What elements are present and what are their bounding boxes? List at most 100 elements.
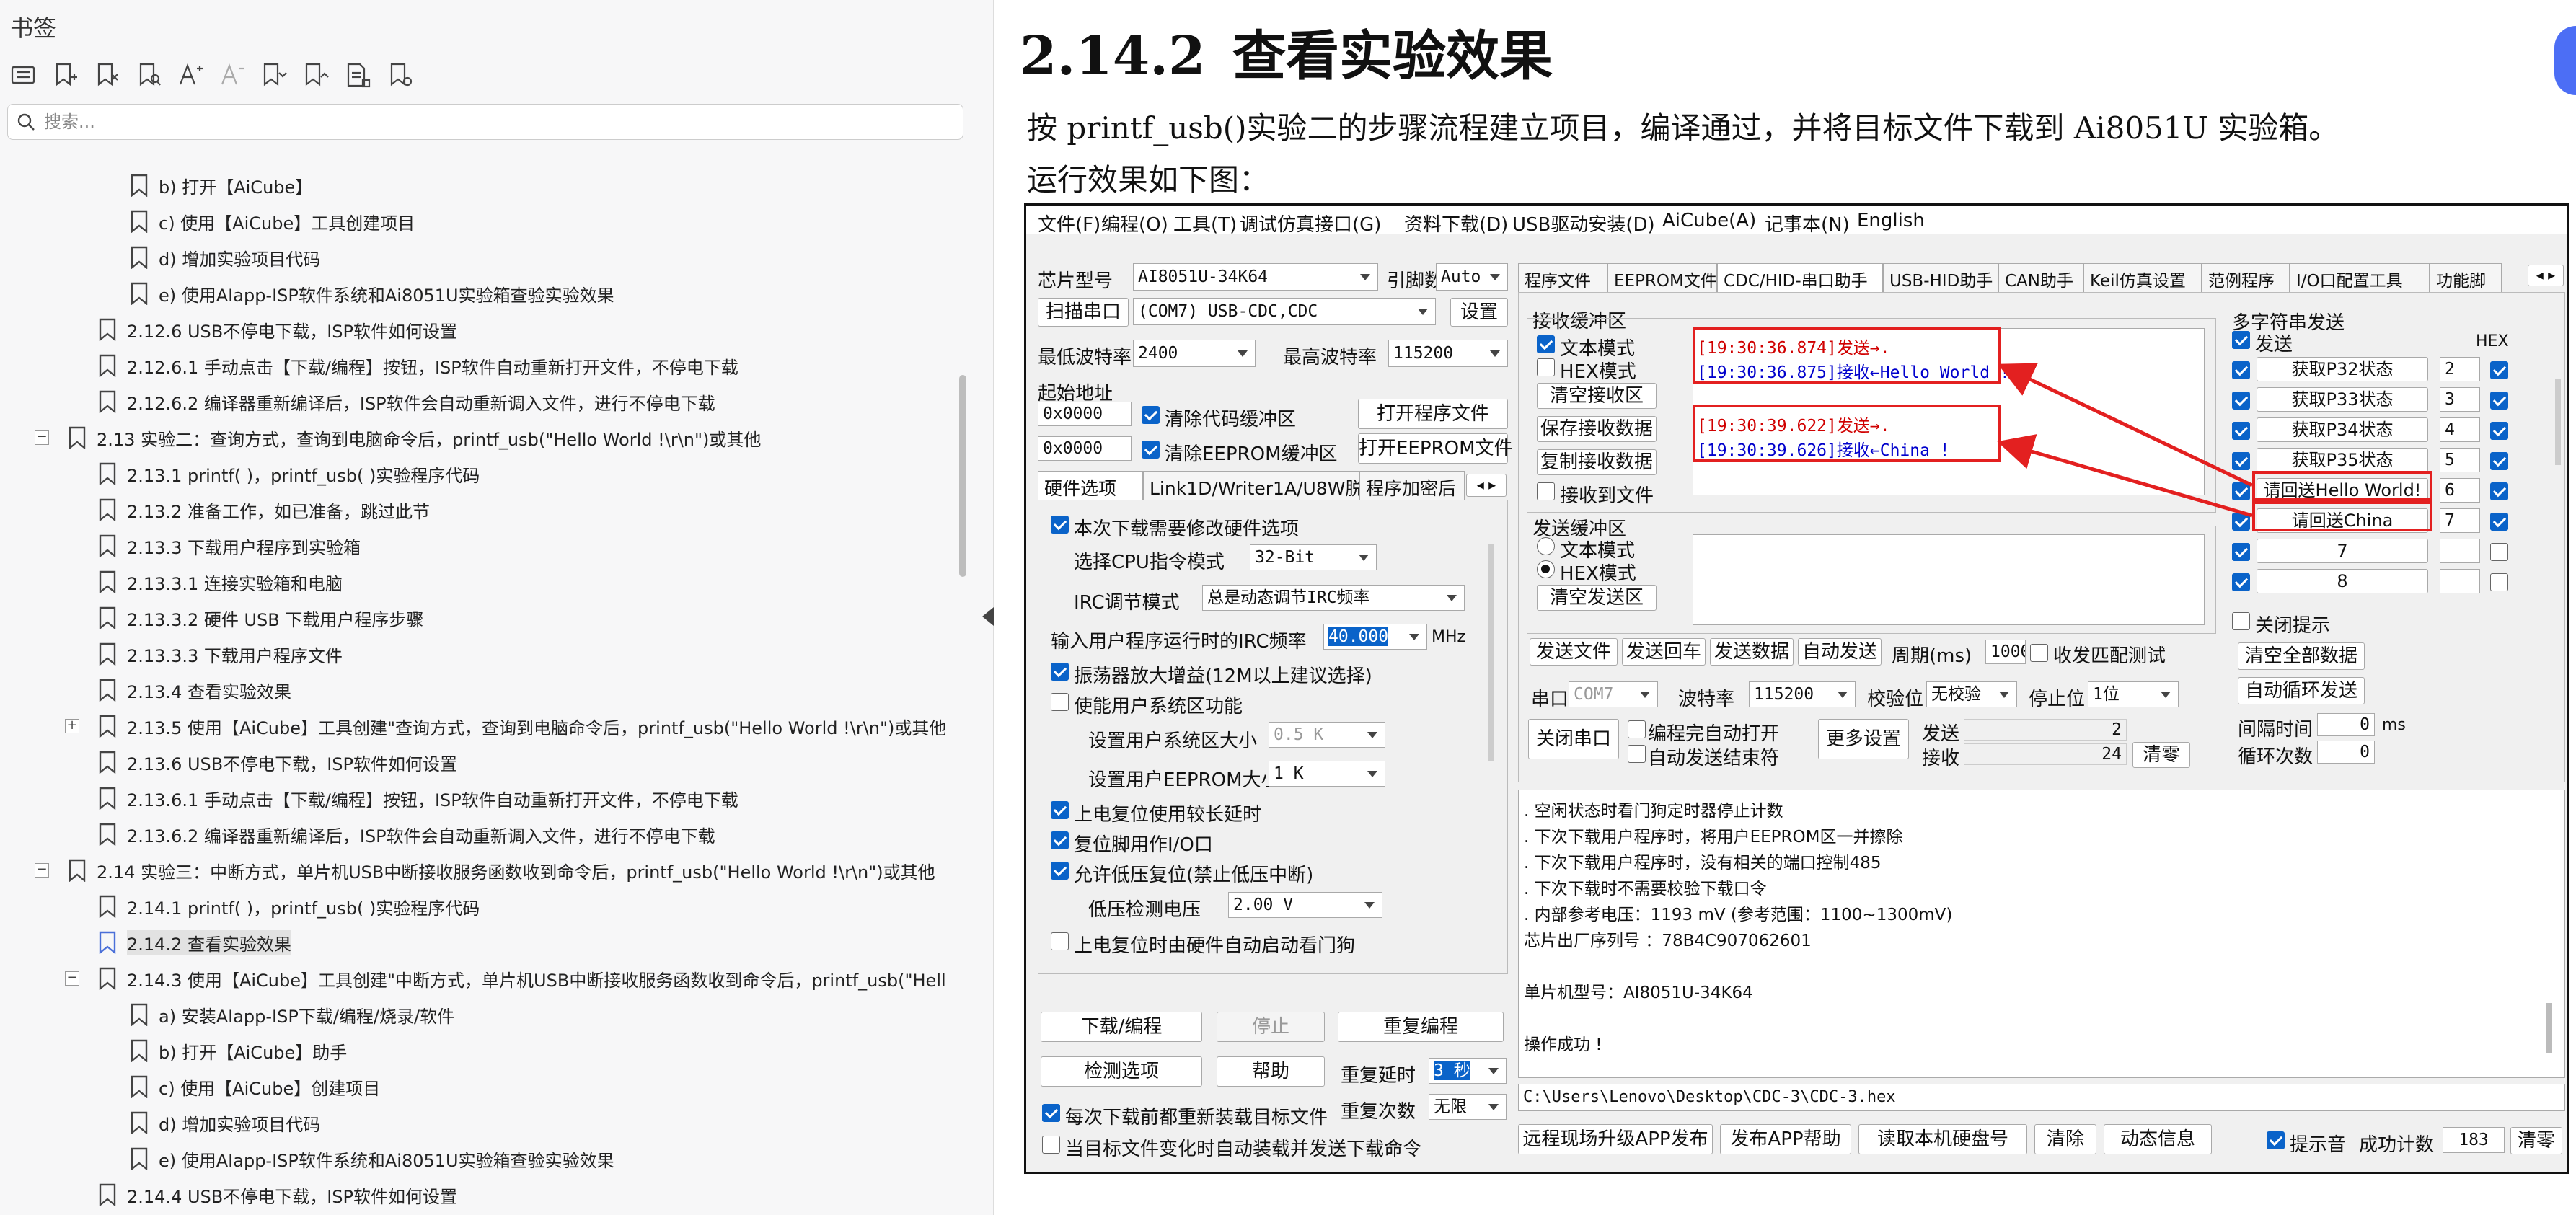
lvd-label: 低压检测电压 (1088, 899, 1201, 921)
bookmark-icon (99, 318, 116, 341)
bookmark-item[interactable]: 2.12.6 USB不停电下载，ISP软件如何设置 (98, 312, 457, 348)
bookmark-icon (99, 462, 116, 485)
log-lines: . 空闲状态时看门狗定时器停止计数 . 下次下载用户程序时，将用户EEPROM区一… (1524, 797, 2533, 1071)
bookmark-item[interactable]: 2.14.4 USB不停电下载，ISP软件如何设置 (98, 1177, 457, 1213)
bookmark-item[interactable]: 2.13.3.3 下载用户程序文件 (98, 636, 343, 672)
bookmark-label: 2.13.6 USB不停电下载，ISP软件如何设置 (127, 754, 458, 774)
expand-icon[interactable]: + (65, 719, 79, 733)
por-delay-checkbox[interactable] (1051, 801, 1069, 819)
bookmark-item[interactable]: 2.13 实验二：查询方式，查询到电脑命令后，printf_usb("Hello… (68, 420, 761, 456)
bookmark-label: d) 增加实验项目代码 (159, 1114, 321, 1135)
clear-count-button[interactable]: 清零 (2510, 1127, 2562, 1154)
search-input[interactable] (44, 112, 909, 132)
check-options-button[interactable]: 检测选项 (1041, 1056, 1202, 1087)
bookmark-item[interactable]: b) 打开【AiCube】 (130, 167, 312, 203)
bottom-button[interactable]: 远程现场升级APP发布 (1518, 1124, 1713, 1154)
section-title: 查看实验效果 (1232, 25, 1553, 87)
success-count: 183 (2443, 1127, 2505, 1153)
reprogram-button[interactable]: 重复编程 (1338, 1012, 1504, 1042)
reload-checkbox[interactable] (1042, 1104, 1060, 1122)
repeat-delay-select[interactable]: 3 秒 (1429, 1058, 1507, 1084)
bookmark-icon (69, 859, 86, 882)
wdt-checkbox[interactable] (1051, 932, 1069, 950)
bookmark-icon (99, 642, 116, 666)
lvr-checkbox[interactable] (1051, 862, 1069, 880)
bookmark-settings-icon[interactable] (384, 59, 415, 91)
section-number: 2.14.2 (1020, 25, 1206, 87)
bookmark-item[interactable]: d) 增加实验项目代码 (130, 239, 320, 275)
beep-checkbox[interactable] (2267, 1131, 2285, 1149)
collapse-icon[interactable]: − (65, 971, 79, 986)
collapse-icon[interactable]: − (35, 863, 49, 878)
bookmark-item[interactable]: 2.12.6.1 手动点击【下载/编程】按钮，ISP软件自动重新打开文件，不停电… (98, 348, 738, 384)
bookmark-item[interactable]: 2.13.6.1 手动点击【下载/编程】按钮，ISP软件自动重新打开文件，不停电… (98, 780, 738, 816)
bookmark-item[interactable]: 2.13.2 准备工作，如已准备，跳过此节 (98, 492, 430, 528)
bookmark-icon (99, 498, 116, 521)
bookmark-label: 2.14 实验三：中断方式，单片机USB中断接收服务函数收到命令后，printf… (97, 862, 935, 883)
bookmark-icon (131, 174, 148, 197)
help-button[interactable]: 帮助 (1217, 1056, 1325, 1087)
bookmark-panel-title: 书签 (10, 14, 57, 42)
bottom-button[interactable]: 读取本机硬盘号 (1858, 1124, 2027, 1154)
bookmark-icon (99, 679, 116, 702)
bookmark-item[interactable]: d) 增加实验项目代码 (130, 1105, 320, 1141)
delete-bookmark-icon[interactable] (91, 59, 123, 91)
bottom-button[interactable]: 动态信息 (2104, 1124, 2212, 1154)
paragraph: 按 printf_usb()实验二的步骤流程建立项目，编译通过，并将目标文件下载… (1027, 110, 2339, 146)
lvr-label: 允许低压复位(禁止低压中断) (1074, 865, 1314, 886)
bookmark-item[interactable]: 2.13.5 使用【AiCube】工具创建"查询方式，查询到电脑命令后，prin… (98, 708, 945, 744)
bookmark-label: b) 打开【AiCube】助手 (159, 1042, 348, 1063)
floating-tab[interactable] (2554, 26, 2576, 95)
repeat-count-select[interactable]: 无限 (1429, 1094, 1507, 1120)
bookmark-icon (99, 967, 116, 990)
bottom-button[interactable]: 发布APP帮助 (1720, 1124, 1851, 1154)
bookmark-item[interactable]: e) 使用AIapp-ISP软件系统和Ai8051U实验箱查验实验效果 (130, 1141, 614, 1177)
bookmark-item[interactable]: 2.13.1 printf( )，printf_usb( )实验程序代码 (98, 456, 480, 492)
bookmark-item[interactable]: 2.14 实验三：中断方式，单片机USB中断接收服务函数收到命令后，printf… (68, 852, 935, 888)
expand-bookmark-icon[interactable] (258, 59, 290, 91)
bookmark-item[interactable]: b) 打开【AiCube】助手 (130, 1033, 347, 1069)
bookmark-item[interactable]: 2.12.6.2 编译器重新编译后，ISP软件会自动重新调入文件，进行不停电下载 (98, 384, 715, 420)
bookmark-item[interactable]: 2.14.3 使用【AiCube】工具创建"中断方式，单片机USB中断接收服务函… (98, 960, 945, 997)
bookmark-search[interactable] (7, 104, 963, 140)
stop-button[interactable]: 停止 (1217, 1012, 1325, 1042)
bookmark-item[interactable]: a) 安装AIapp-ISP下载/编程/烧录/软件 (130, 997, 454, 1033)
bookmark-icon (131, 246, 148, 269)
repeat-delay-value: 3 秒 (1434, 1061, 1470, 1080)
bookmark-item[interactable]: 2.13.3 下载用户程序到实验箱 (98, 528, 361, 564)
bookmark-label: b) 打开【AiCube】 (159, 177, 313, 198)
bookmark-item[interactable]: 2.13.3.1 连接实验箱和电脑 (98, 564, 343, 600)
list-icon[interactable] (7, 59, 39, 91)
text-smaller-icon[interactable] (216, 59, 248, 91)
bookmark-item[interactable]: 2.13.6.2 编译器重新编译后，ISP软件会自动重新调入文件，进行不停电下载 (98, 816, 715, 852)
bookmark-icon (131, 282, 148, 305)
download-button[interactable]: 下载/编程 (1041, 1012, 1202, 1042)
bookmark-item[interactable]: 2.13.3.2 硬件 USB 下载用户程序步骤 (98, 600, 423, 636)
file-path-field[interactable]: C:\Users\Lenovo\Desktop\CDC-3\CDC-3.hex (1518, 1084, 2565, 1111)
text-larger-icon[interactable] (175, 59, 206, 91)
log-scrollbar[interactable] (2546, 1003, 2552, 1053)
collapse-icon[interactable]: − (35, 430, 49, 445)
bookmark-scrollbar[interactable] (959, 375, 966, 577)
bookmark-item[interactable]: c) 使用【AiCube】工具创建项目 (130, 203, 415, 239)
success-label: 成功计数 (2359, 1134, 2435, 1156)
bottom-button[interactable]: 清除 (2034, 1124, 2096, 1154)
lvd-select[interactable]: 2.00 V (1228, 892, 1382, 918)
bookmark-toolbar (7, 55, 415, 95)
reset-io-checkbox[interactable] (1051, 831, 1069, 849)
collapse-panel-icon[interactable] (982, 607, 994, 626)
bookmark-label: 2.14.4 USB不停电下载，ISP软件如何设置 (127, 1186, 458, 1207)
bookmark-properties-icon[interactable] (342, 59, 374, 91)
find-bookmark-icon[interactable] (133, 59, 164, 91)
bookmark-label: 2.13.1 printf( )，printf_usb( )实验程序代码 (127, 465, 480, 486)
bookmark-item[interactable]: 2.14.1 printf( )，printf_usb( )实验程序代码 (98, 888, 480, 924)
bookmark-item[interactable]: 2.14.2 查看实验效果 (98, 924, 291, 960)
bookmark-item[interactable]: c) 使用【AiCube】创建项目 (130, 1069, 380, 1105)
bookmark-item[interactable]: 2.13.6 USB不停电下载，ISP软件如何设置 (98, 744, 457, 780)
add-bookmark-icon[interactable] (49, 59, 81, 91)
collapse-bookmark-icon[interactable] (300, 59, 332, 91)
auto-send-checkbox[interactable] (1042, 1136, 1060, 1154)
bookmark-item[interactable]: e) 使用AIapp-ISP软件系统和Ai8051U实验箱查验实验效果 (130, 275, 614, 312)
bookmark-item[interactable]: 2.13.4 查看实验效果 (98, 672, 291, 708)
bookmark-label: 2.13.6.1 手动点击【下载/编程】按钮，ISP软件自动重新打开文件，不停电… (127, 790, 738, 810)
